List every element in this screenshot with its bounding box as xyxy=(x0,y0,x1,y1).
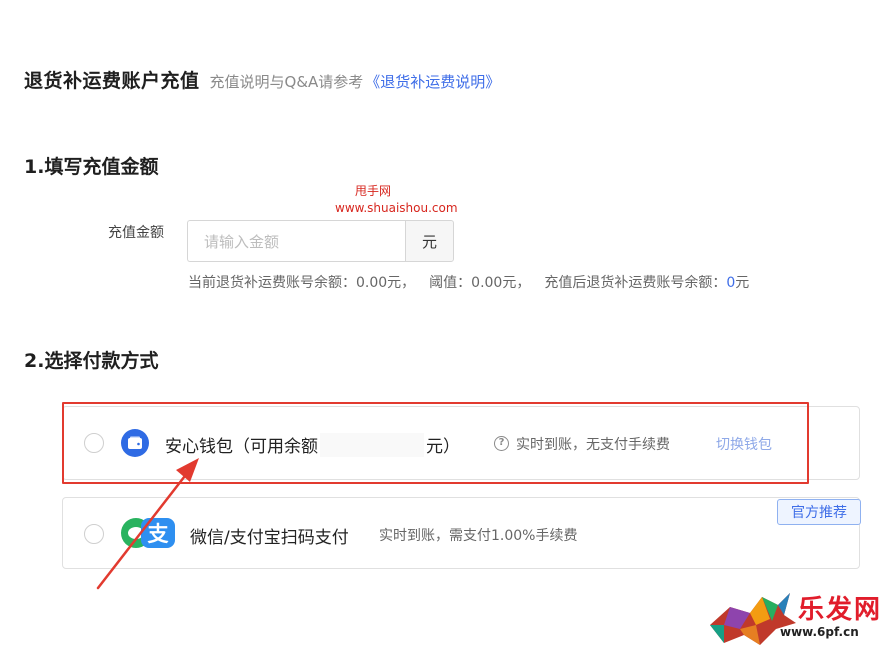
scan-pay-label: 微信/支付宝扫码支付 xyxy=(190,528,349,548)
alipay-icon: 支 xyxy=(141,518,175,548)
scan-pay-description: 实时到账，需支付1.00%手续费 xyxy=(379,528,578,544)
scan-radio[interactable] xyxy=(84,524,104,544)
section-title-payment: 2.选择付款方式 xyxy=(24,350,159,372)
header-note: 充值说明与Q&A请参考 xyxy=(209,73,364,91)
amount-label: 充值金额 xyxy=(108,225,164,241)
watermark-line1: 甩手网 xyxy=(355,184,392,198)
switch-wallet-link[interactable]: 切换钱包 xyxy=(716,434,772,454)
watermark: 甩手网 www.shuaishou.com xyxy=(335,183,458,217)
current-balance: 当前退货补运费账号余额：0.00元， xyxy=(188,275,416,291)
refund-shipping-doc-link[interactable]: 《退货补运费说明》 xyxy=(365,71,500,92)
help-icon: ? xyxy=(494,436,509,451)
page-header: 退货补运费账户充值 充值说明与Q&A请参考 《退货补运费说明》 xyxy=(24,66,500,93)
recommend-badge: 官方推荐 xyxy=(777,499,861,525)
section-title-amount: 1.填写充值金额 xyxy=(24,156,159,178)
amount-input[interactable]: 请输入金额 xyxy=(187,220,405,262)
wallet-label-prefix: 安心钱包（可用余额 xyxy=(165,437,318,457)
balance-after-value: 0 xyxy=(726,275,736,291)
wallet-description: 实时到账，无支付手续费 xyxy=(516,437,670,453)
balance-after-unit: 元 xyxy=(735,275,750,291)
wallet-radio[interactable] xyxy=(84,433,104,453)
wallet-label-suffix: 元） xyxy=(426,437,460,457)
balance-after-label: 充值后退货补运费账号余额： xyxy=(544,275,727,291)
wallet-balance-redacted xyxy=(320,432,424,457)
wallet-icon xyxy=(121,429,149,457)
watermark-line2: www.shuaishou.com xyxy=(335,201,458,215)
page-title: 退货补运费账户充值 xyxy=(24,70,200,92)
logo-text: 乐发网 xyxy=(798,595,883,625)
logo-url: www.6pf.cn xyxy=(780,625,859,639)
threshold: 阈值：0.00元， xyxy=(429,275,531,291)
balance-info: 当前退货补运费账号余额：0.00元， 阈值：0.00元， 充值后退货补运费账号余额：… xyxy=(188,272,749,292)
wallet-label: 安心钱包（可用余额 元） xyxy=(165,432,460,457)
amount-unit: 元 xyxy=(405,220,454,262)
